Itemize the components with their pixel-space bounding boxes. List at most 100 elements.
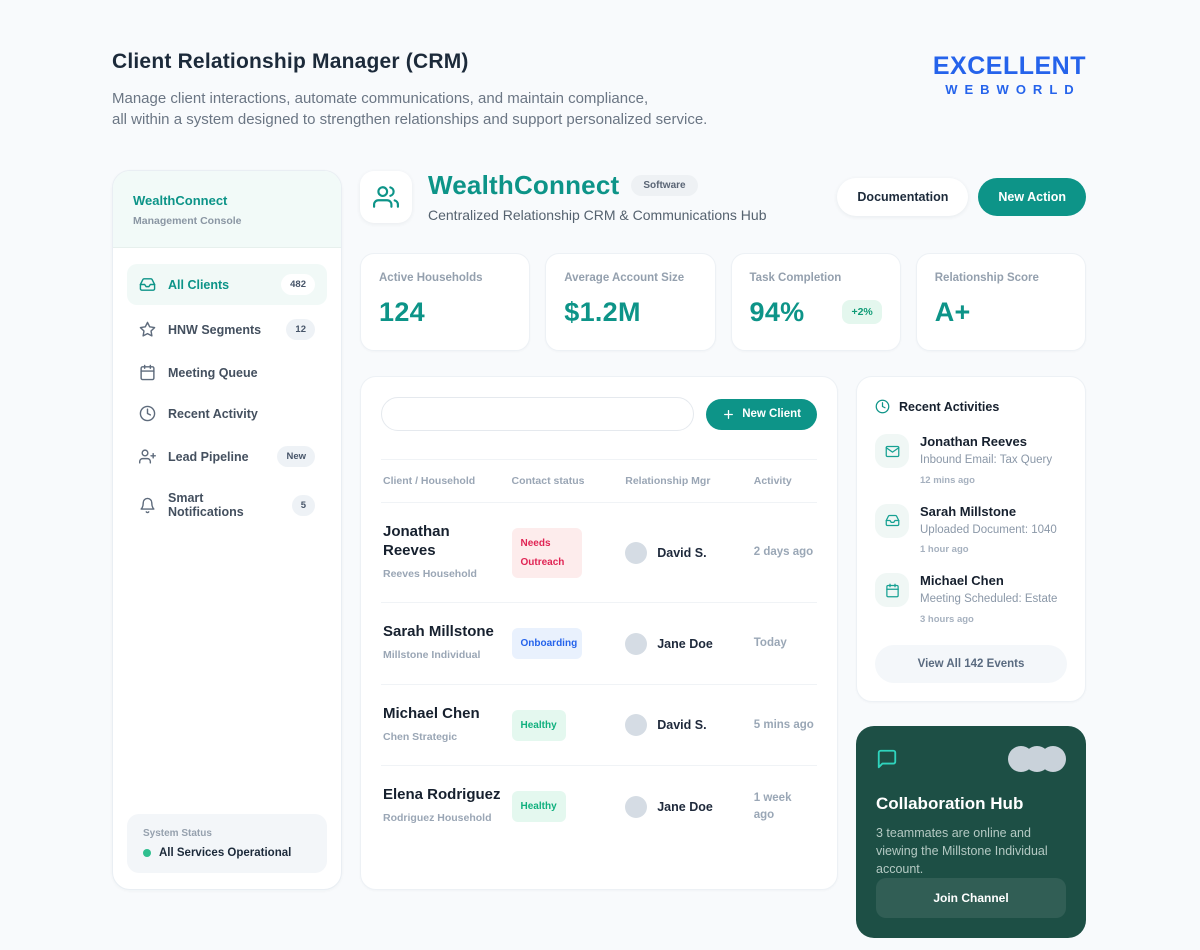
client-household: Reeves Household (383, 567, 477, 580)
client-household: Millstone Individual (383, 649, 481, 662)
view-all-events-button[interactable]: View All 142 Events (875, 644, 1067, 683)
search-input[interactable] (381, 397, 695, 432)
sidebar-item-badge: 12 (286, 319, 315, 341)
column-header-manager: Relationship Mgr (625, 475, 711, 488)
new-client-button[interactable]: New Client (706, 398, 817, 430)
sidebar-item-meeting-queue[interactable]: Meeting Queue (127, 354, 327, 391)
sidebar-brand-subtitle: Management Console (133, 215, 242, 228)
sidebar-item-label: Recent Activity (168, 406, 258, 421)
column-header-client: Client / Household (383, 475, 476, 488)
status-cell: Onboarding (511, 628, 616, 660)
sidebar-item-label: All Clients (168, 277, 230, 292)
logo-line1: EXCELLENT (932, 52, 1086, 80)
activity-time: 1 hour ago (920, 544, 969, 556)
stats-row: Active Households 124 Average Account Si… (360, 253, 1086, 352)
stat-delta-badge: +2% (842, 300, 882, 325)
sidebar-item-hnw-segments[interactable]: HNW Segments 12 (127, 309, 327, 350)
sidebar-item-smart-notifications[interactable]: Smart Notifications 5 (127, 481, 327, 529)
table-toolbar: New Client (381, 397, 817, 432)
app-title: WealthConnect (428, 170, 620, 201)
client-name: Sarah Millstone (383, 623, 494, 641)
stat-card-relationship-score: Relationship Score A+ (915, 253, 1086, 352)
stat-card-average-account-size: Average Account Size $1.2M (545, 253, 716, 352)
status-badge: Healthy (511, 709, 566, 741)
table-header-row: Client / Household Contact status Relati… (381, 459, 817, 502)
sidebar: WealthConnect Management Console All Cli… (112, 170, 342, 891)
client-name: Elena Rodriguez (383, 786, 501, 804)
sidebar-item-all-clients[interactable]: All Clients 482 (127, 264, 327, 306)
avatar (625, 632, 648, 655)
status-dot-icon (143, 849, 151, 858)
activity-item: Michael Chen Meeting Scheduled: Estate 3… (875, 573, 1067, 625)
user-plus-icon (139, 448, 156, 465)
company-logo: EXCELLENT WEBWORLD (933, 50, 1086, 97)
system-status-row: All Services Operational (143, 847, 311, 859)
table-row[interactable]: Jonathan Reeves Reeves Household Needs O… (381, 502, 817, 602)
sidebar-item-badge: New (277, 446, 315, 468)
right-column: Recent Activities Jonathan Reeves Inboun… (856, 376, 1086, 939)
status-badge: Needs Outreach (511, 527, 582, 578)
collaboration-hub-card: Collaboration Hub 3 teammates are online… (856, 725, 1086, 939)
sidebar-header: WealthConnect Management Console (113, 171, 341, 249)
collaboration-hub-title: Collaboration Hub (876, 793, 1024, 813)
sidebar-item-recent-activity[interactable]: Recent Activity (127, 395, 327, 432)
documentation-button[interactable]: Documentation (837, 177, 969, 216)
table-row[interactable]: Elena Rodriguez Rodriguez Household Heal… (381, 765, 817, 847)
main-column: WealthConnect Software Centralized Relat… (360, 170, 1086, 939)
collaboration-hub-description: 3 teammates are online and viewing the M… (876, 825, 1048, 877)
activity-text: Michael Chen Meeting Scheduled: Estate 3… (920, 573, 1057, 625)
manager-name: David S. (657, 718, 707, 733)
clients-table-card: New Client Client / Household Contact st… (360, 376, 838, 891)
status-badge: Onboarding (511, 628, 582, 660)
page: Client Relationship Manager (CRM) Manage… (112, 0, 1086, 939)
bell-icon (139, 497, 156, 514)
sidebar-item-lead-pipeline[interactable]: Lead Pipeline New (127, 436, 327, 477)
client-name: Michael Chen (383, 704, 480, 722)
join-channel-button[interactable]: Join Channel (876, 878, 1066, 919)
activity-cell: 1 week ago (753, 791, 792, 821)
system-status-panel: System Status All Services Operational (127, 814, 327, 874)
activity-time: 12 mins ago (920, 474, 975, 486)
manager-name: Jane Doe (657, 799, 713, 814)
app-title-block: WealthConnect Software Centralized Relat… (428, 170, 766, 223)
sidebar-item-badge: 482 (281, 274, 315, 296)
new-client-label: New Client (742, 408, 801, 421)
table-row[interactable]: Michael Chen Chen Strategic Healthy Davi… (381, 683, 817, 766)
users-icon (360, 170, 412, 223)
activity-time: 3 hours ago (920, 613, 974, 625)
table-row[interactable]: Sarah Millstone Millstone Individual Onb… (381, 602, 817, 684)
activity-detail: Inbound Email: Tax Query (920, 454, 1053, 467)
new-action-button[interactable]: New Action (978, 177, 1086, 216)
activity-item: Sarah Millstone Uploaded Document: 1040 … (875, 503, 1067, 556)
client-cell: Sarah Millstone Millstone Individual (383, 623, 502, 664)
inbox-icon (139, 276, 156, 293)
page-subtitle-line2: all within a system designed to strength… (112, 110, 708, 128)
avatar (625, 714, 648, 737)
activity-name: Jonathan Reeves (920, 434, 1027, 450)
app-type-badge: Software (631, 175, 698, 197)
clock-icon (875, 399, 890, 414)
client-household: Chen Strategic (383, 730, 458, 743)
client-cell: Michael Chen Chen Strategic (383, 705, 502, 746)
sidebar-brand: WealthConnect (133, 193, 228, 209)
status-cell: Healthy (511, 709, 616, 741)
chat-bubble-icon (876, 748, 898, 770)
client-cell: Elena Rodriguez Rodriguez Household (383, 786, 502, 827)
teammates-avatar-stack (1008, 745, 1066, 772)
sidebar-item-label: Meeting Queue (168, 365, 258, 380)
system-status-value: All Services Operational (159, 847, 292, 860)
client-name: Jonathan Reeves (383, 523, 450, 559)
content-row: New Client Client / Household Contact st… (360, 376, 1086, 939)
manager-cell: Jane Doe (625, 632, 744, 655)
stat-value: A+ (934, 296, 971, 327)
status-badge: Healthy (511, 791, 566, 823)
activity-cell: 2 days ago (753, 546, 814, 559)
recent-activities-header: Recent Activities (875, 395, 1067, 416)
status-cell: Needs Outreach (511, 527, 616, 578)
status-cell: Healthy (511, 791, 616, 823)
activity-name: Sarah Millstone (920, 503, 1017, 519)
page-subtitle: Manage client interactions, automate com… (112, 89, 707, 130)
sidebar-menu: All Clients 482 HNW Segments 12 Meeting … (113, 248, 341, 545)
manager-cell: David S. (625, 541, 744, 564)
